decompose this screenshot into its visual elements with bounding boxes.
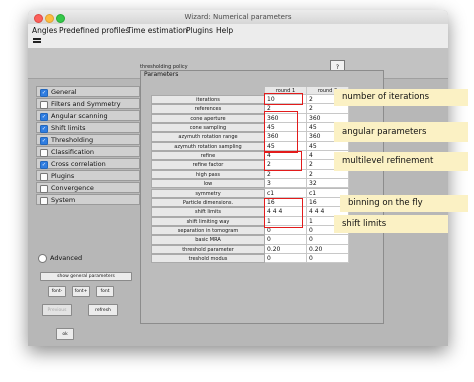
parameter-value-field[interactable]: 0.20 [265,244,307,254]
iterations-highlight [264,93,303,105]
parameter-name: shift limits [151,207,265,217]
sidebar-item-system[interactable]: System [36,194,140,205]
callout-number-of-iterations: number of iterations [334,89,468,106]
sidebar-item-cross-correlation[interactable]: ✓ Cross correlation [36,158,140,169]
parameter-name: cone sampling [151,123,265,133]
parameter-name: low [151,179,265,189]
refinement-highlight [264,151,302,171]
sidebar-item-general[interactable]: ✓ General [36,86,140,97]
checkbox-icon[interactable] [40,196,48,205]
sidebar-item-label: Classification [51,148,95,156]
advanced-label: Advanced [50,254,83,262]
sidebar-item-label: Thresholding [51,136,94,144]
sidebar-item-classification[interactable]: Classification [36,146,140,157]
advanced-radio[interactable] [38,254,47,263]
parameter-name: references [151,104,265,114]
binning-shift-highlight [264,198,303,228]
sidebar-item-filters-and-symmetry[interactable]: Filters and Symmetry [36,98,140,109]
parameter-name: separation in tomogram [151,225,265,236]
checkbox-icon[interactable]: ✓ [40,136,48,145]
callout-multilevel-refinement: multilevel refinement [334,152,468,171]
sidebar-item-label: Cross correlation [51,160,106,168]
sidebar: ✓ General Filters and Symmetry ✓ Angular… [36,86,140,206]
checkbox-icon[interactable]: ✓ [40,88,48,97]
previous-button[interactable]: Previous [42,304,72,316]
parameter-value-field[interactable]: 3 [265,179,307,189]
menu-predefined-profiles[interactable]: Predefined profiles [59,26,129,35]
sidebar-item-label: Convergence [51,184,94,192]
title-bar: Wizard: Numerical parameters [28,10,448,25]
ok-button[interactable]: ok [56,328,74,340]
checkbox-icon[interactable] [40,148,48,157]
parameter-value-field[interactable]: 2 [265,169,307,180]
sidebar-item-shift-limits[interactable]: ✓ Shift limits [36,122,140,133]
parameter-name: azymuth rotation range [151,132,265,142]
font-decrease-button[interactable]: font- [48,286,66,297]
parameter-name: Particle dimensions. [151,197,265,208]
parameter-value-field[interactable]: c1 [265,188,307,198]
sidebar-item-label: Filters and Symmetry [51,100,121,108]
parameter-name: azymuth rotation sampling [151,141,265,152]
font-default-button[interactable]: font [96,286,114,297]
parameter-name: refine [151,151,265,161]
sidebar-item-plugins[interactable]: Plugins [36,170,140,181]
parameter-value-field[interactable]: 45 [307,141,349,152]
wizard-window: Wizard: Numerical parameters Angles Pred… [28,10,448,346]
parameter-name: high pass [151,169,265,180]
callout-binning-on-the-fly: binning on the fly [340,195,468,212]
parameter-name: threshold parameter [151,244,265,254]
parameter-name: iterations [151,95,265,105]
parameter-value-field[interactable]: 32 [307,179,349,189]
sidebar-item-label: Angular scanning [51,112,108,120]
menu-help[interactable]: Help [216,26,233,35]
parameters-label: Parameters [144,71,179,78]
sidebar-item-label: Shift limits [51,124,86,132]
checkbox-icon[interactable] [40,172,48,181]
menu-angles[interactable]: Angles [32,26,57,35]
callout-shift-limits: shift limits [334,215,448,233]
parameter-value-field[interactable]: 0.20 [307,244,349,254]
sidebar-item-thresholding[interactable]: ✓ Thresholding [36,134,140,145]
parameter-name: basic MRA [151,235,265,245]
layout-toggle-icon[interactable] [33,38,41,45]
checkbox-icon[interactable]: ✓ [40,124,48,133]
sidebar-item-convergence[interactable]: Convergence [36,182,140,193]
parameter-value-field[interactable]: 0 [307,235,349,245]
parameter-name: cone aperture [151,113,265,124]
checkbox-icon[interactable]: ✓ [40,112,48,121]
parameter-value-field[interactable]: 0 [265,253,307,264]
window-title: Wizard: Numerical parameters [184,13,292,21]
parameter-value-field[interactable]: 2 [307,169,349,180]
checkbox-icon[interactable] [40,184,48,193]
parameter-name: shift limiting way [151,216,265,226]
parameter-name: treshold modus [151,253,265,264]
parameter-name: refine factor [151,160,265,170]
parameter-value-field[interactable]: 0 [265,235,307,245]
sidebar-item-label: System [51,196,76,204]
checkbox-icon[interactable]: ✓ [40,160,48,169]
menu-time-estimation[interactable]: Time estimation [127,26,188,35]
show-general-parameters-button[interactable]: show general parameters [40,272,132,281]
sidebar-item-label: Plugins [51,172,75,180]
sidebar-item-label: General [51,88,77,96]
sidebar-item-angular-scanning[interactable]: ✓ Angular scanning [36,110,140,121]
checkbox-icon[interactable] [40,100,48,109]
parameter-value-field[interactable]: 0 [307,253,349,264]
parameter-name: symmetry [151,188,265,198]
menu-plugins[interactable]: Plugins [186,26,213,35]
toolbar [28,35,448,48]
callout-angular-parameters: angular parameters [334,122,468,142]
font-increase-button[interactable]: font+ [72,286,90,297]
refresh-button[interactable]: refresh [88,304,118,316]
angular-params-highlight [264,111,298,153]
